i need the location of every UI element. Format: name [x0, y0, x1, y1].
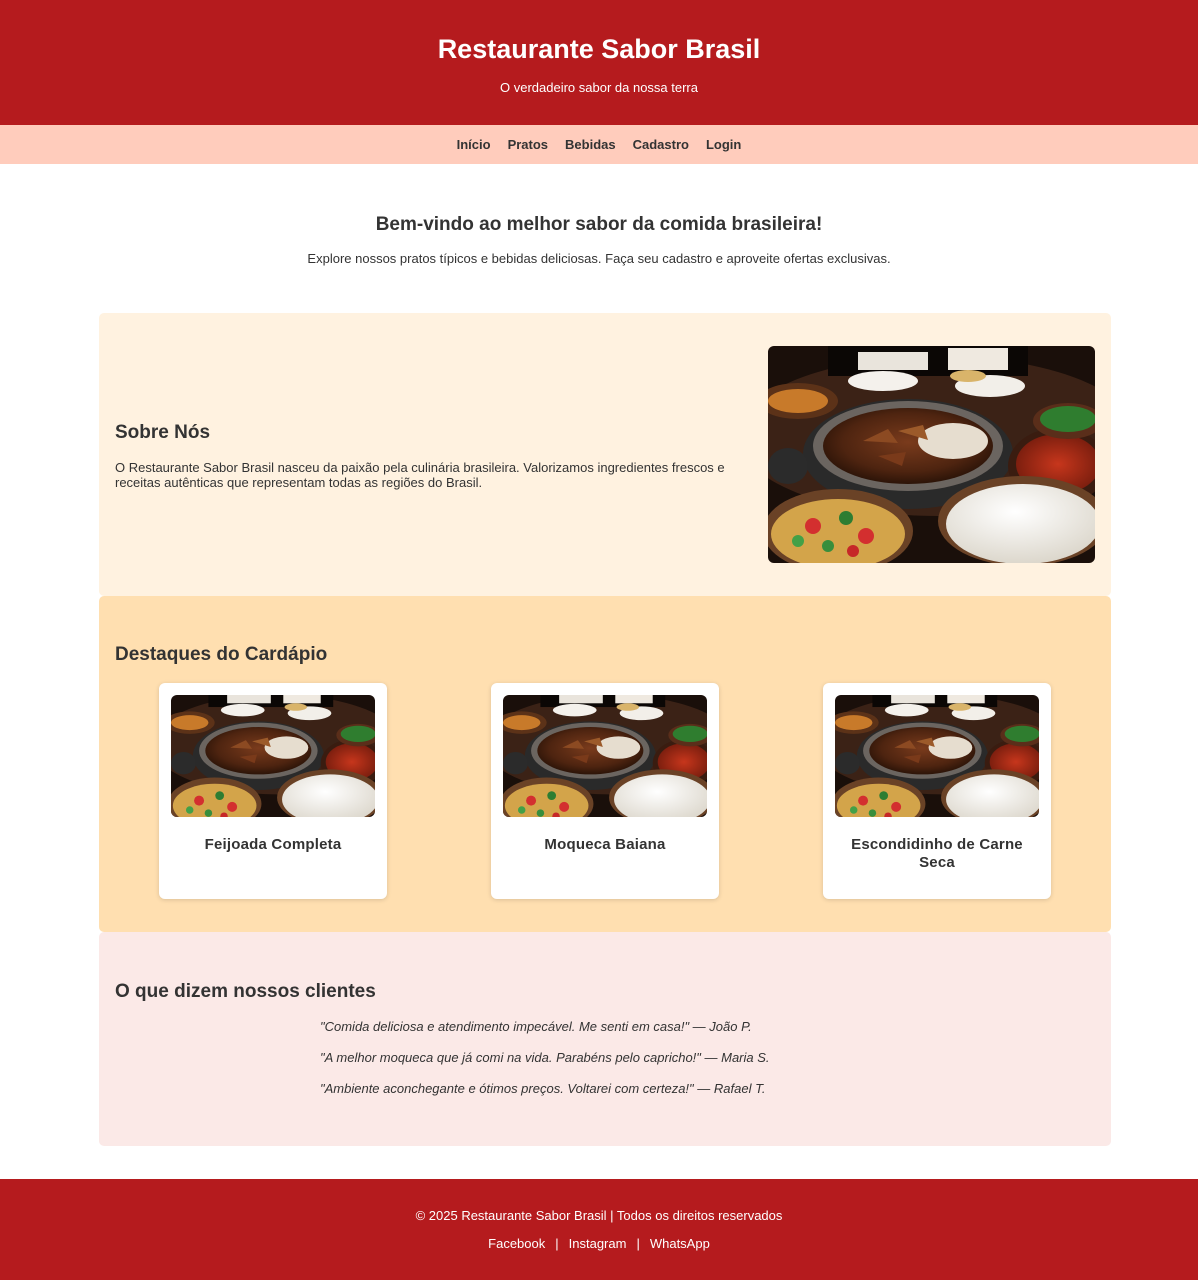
dish-card[interactable]: Moqueca Baiana: [491, 683, 719, 899]
nav-link-inicio[interactable]: Início: [457, 137, 491, 153]
footer-social-links: Facebook | Instagram | WhatsApp: [0, 1236, 1198, 1252]
testimonial-quote: "A melhor moqueca que já comi na vida. P…: [320, 1050, 770, 1065]
testimonials-section: O que dizem nossos clientes "Comida deli…: [99, 932, 1111, 1146]
footer-separator: |: [636, 1236, 640, 1251]
site-title: Restaurante Sabor Brasil: [437, 34, 761, 64]
dish-name: Moqueca Baiana: [544, 836, 666, 853]
site-tagline: O verdadeiro sabor da nossa terra: [500, 80, 698, 95]
menu-heading: Destaques do Cardápio: [115, 644, 328, 665]
nav-link-login[interactable]: Login: [706, 137, 741, 153]
about-food-image: [768, 346, 1095, 563]
about-section: Sobre Nós O Restaurante Sabor Brasil nas…: [99, 313, 1111, 596]
footer-separator: |: [555, 1236, 559, 1251]
nav-link-bebidas[interactable]: Bebidas: [565, 137, 616, 153]
welcome-text: Explore nossos pratos típicos e bebidas …: [307, 251, 891, 266]
instagram-link[interactable]: Instagram: [569, 1236, 627, 1251]
nav-link-pratos[interactable]: Pratos: [508, 137, 548, 153]
about-heading: Sobre Nós: [115, 422, 211, 443]
welcome-heading: Bem-vindo ao melhor sabor da comida bras…: [375, 214, 823, 235]
footer-copyright: © 2025 Restaurante Sabor Brasil | Todos …: [415, 1208, 783, 1223]
main-nav: Início Pratos Bebidas Cadastro Login: [0, 125, 1198, 164]
dish-image: [835, 695, 1039, 817]
dish-card[interactable]: Feijoada Completa: [159, 683, 387, 899]
whatsapp-link[interactable]: WhatsApp: [650, 1236, 710, 1251]
testimonials-heading: O que dizem nossos clientes: [115, 981, 376, 1002]
about-text: O Restaurante Sabor Brasil nasceu da pai…: [115, 460, 725, 490]
site-footer: © 2025 Restaurante Sabor Brasil | Todos …: [0, 1179, 1198, 1280]
facebook-link[interactable]: Facebook: [488, 1236, 545, 1251]
dish-name: Feijoada Completa: [204, 836, 342, 853]
testimonial-quote: "Comida deliciosa e atendimento impecáve…: [320, 1019, 752, 1034]
dish-image: [171, 695, 375, 817]
testimonial-quote: "Ambiente aconchegante e ótimos preços. …: [320, 1081, 766, 1096]
nav-link-cadastro[interactable]: Cadastro: [633, 137, 689, 153]
site-header: Restaurante Sabor Brasil O verdadeiro sa…: [0, 0, 1198, 125]
dish-image: [503, 695, 707, 817]
dish-name: Escondidinho de Carne Seca: [851, 836, 1023, 871]
dish-card[interactable]: Escondidinho de Carne Seca: [823, 683, 1051, 899]
menu-highlights-section: Destaques do Cardápio Feijoada Completa …: [99, 596, 1111, 932]
